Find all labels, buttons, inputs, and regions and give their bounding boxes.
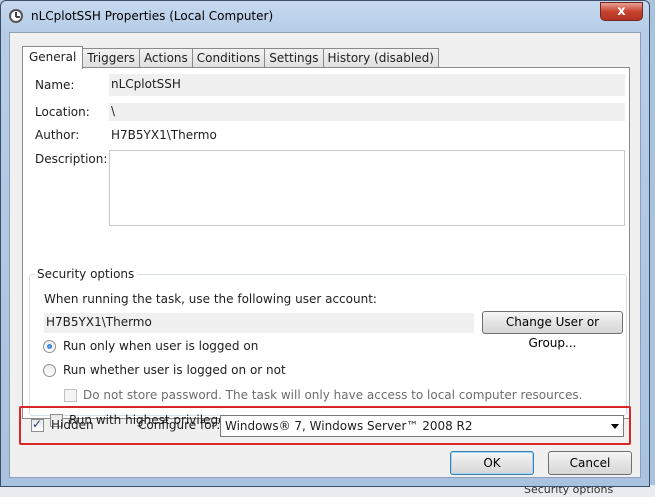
name-field[interactable]: nLCplotSSH [109,74,625,96]
clock-icon [9,9,23,23]
no-store-password-label: Do not store password. The task will onl… [83,388,583,402]
author-label: Author: [35,128,80,142]
description-textarea[interactable] [109,150,625,226]
configure-for-label: Configure for: [138,418,221,432]
radio-whether-logged-on[interactable] [43,364,56,377]
tab-general[interactable]: General [22,46,84,69]
tab-conditions[interactable]: Conditions [191,48,266,68]
general-panel: Name: nLCplotSSH Location: \ Author: H7B… [22,67,630,427]
description-label: Description: [35,152,108,166]
security-options-group: Security options When running the task, … [29,267,627,416]
close-button[interactable]: x [600,2,643,21]
tab-settings[interactable]: Settings [264,48,324,68]
configure-for-value: Windows® 7, Windows Server™ 2008 R2 [225,419,473,433]
location-field[interactable]: \ [109,103,625,121]
tab-actions[interactable]: Actions [138,48,193,68]
cancel-button[interactable]: Cancel [548,451,632,475]
radio-whether-logged-on-label[interactable]: Run whether user is logged on or not [63,363,286,377]
hidden-label[interactable]: Hidden [51,418,94,432]
properties-dialog: nLCplotSSH Properties (Local Computer) x… [0,0,650,487]
author-value: H7B5YX1\Thermo [111,128,217,142]
tab-triggers[interactable]: Triggers [82,48,140,68]
security-options-legend: Security options [34,267,138,281]
chevron-down-icon [611,424,619,429]
user-account-field[interactable]: H7B5YX1\Thermo [44,313,474,333]
ok-button[interactable]: OK [450,451,534,475]
location-label: Location: [35,105,90,119]
window-title: nLCplotSSH Properties (Local Computer) [31,9,274,23]
name-label: Name: [35,78,75,92]
no-store-password-checkbox[interactable] [64,389,77,402]
title-bar[interactable]: nLCplotSSH Properties (Local Computer) x [1,1,649,29]
dialog-client: General Triggers Actions Conditions Sett… [9,32,641,478]
hidden-checkbox[interactable] [31,417,44,432]
radio-logged-on-label[interactable]: Run only when user is logged on [63,339,258,353]
radio-logged-on[interactable] [43,340,56,353]
account-prompt: When running the task, use the following… [44,292,377,306]
tab-strip: General Triggers Actions Conditions Sett… [22,46,439,69]
configure-for-dropdown[interactable]: Windows® 7, Windows Server™ 2008 R2 [220,415,624,437]
tab-history[interactable]: History (disabled) [322,48,439,68]
change-user-button[interactable]: Change User or Group... [482,311,623,350]
